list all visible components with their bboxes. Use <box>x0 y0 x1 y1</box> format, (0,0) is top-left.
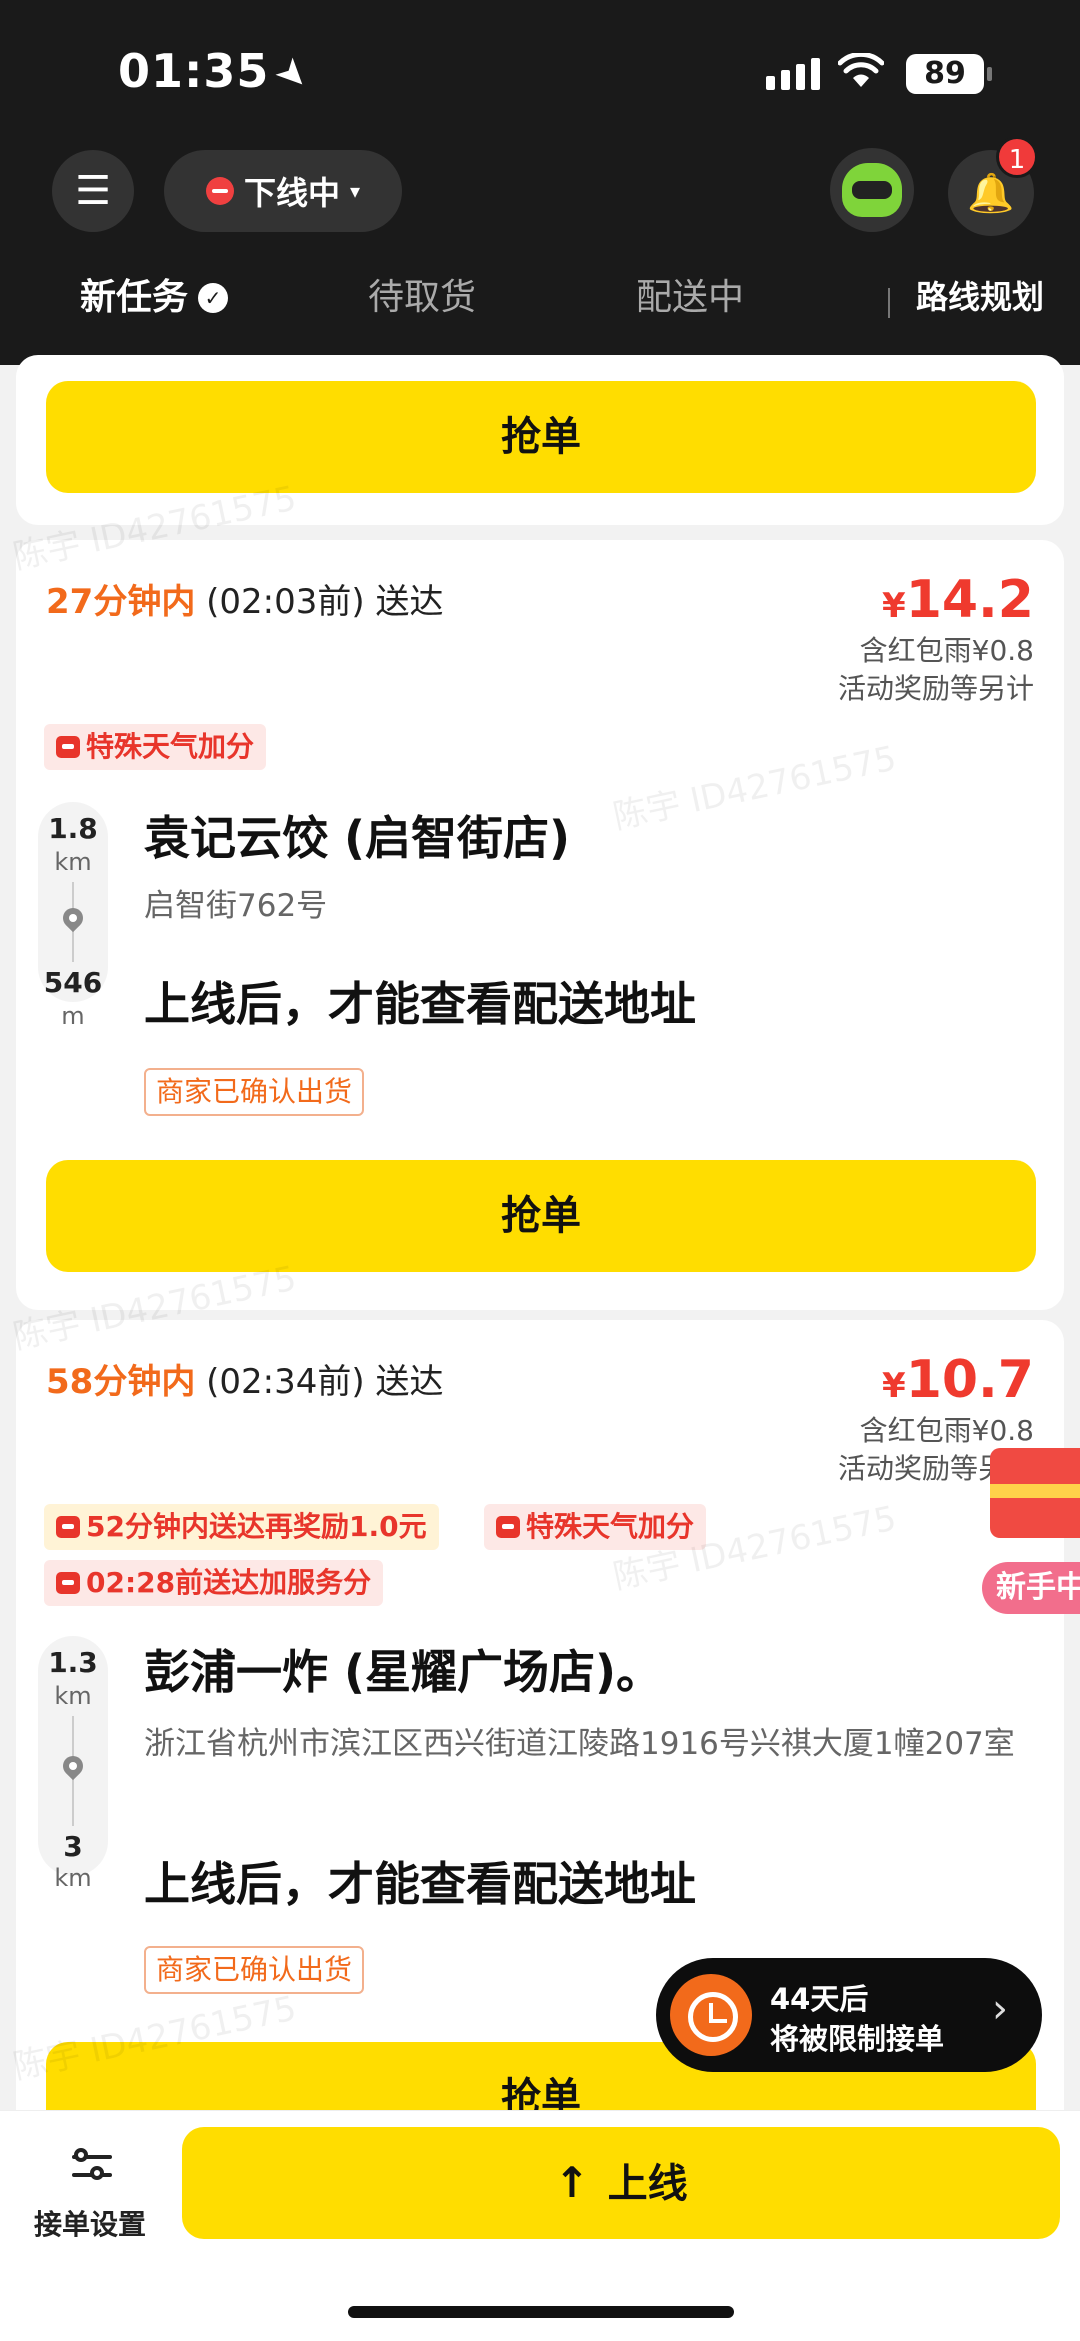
bonus-note: 活动奖励等另计 <box>837 672 1034 705</box>
eta-minutes: 58分钟内 <box>46 1362 196 1402</box>
speed-bonus-tag: 52分钟内送达再奖励1.0元 <box>44 1504 439 1550</box>
menu-button[interactable]: ☰ <box>52 150 134 232</box>
bonus-tag: 特殊天气加分 <box>44 724 267 770</box>
bonus-tag-label: 特殊天气加分 <box>86 730 255 763</box>
eta-deadline: (02:03前) 送达 <box>206 582 444 622</box>
avatar[interactable] <box>830 148 914 232</box>
grab-order-button[interactable]: 抢单 <box>46 381 1036 493</box>
order-price: ¥10.7 <box>882 1350 1034 1410</box>
restriction-days: 44天后 <box>770 1982 869 2016</box>
tag-icon <box>56 1572 80 1594</box>
order-price: ¥14.2 <box>882 570 1034 630</box>
arrow-up-icon: ↑ <box>554 2158 590 2207</box>
hamburger-icon: ☰ <box>75 168 111 214</box>
gift-icon[interactable] <box>990 1448 1080 1538</box>
price-value: 10.7 <box>905 1350 1034 1410</box>
shop-name: 袁记云饺 (启智街店) <box>144 811 571 865</box>
wifi-icon <box>837 50 885 99</box>
bell-icon: 🔔 <box>967 171 1015 215</box>
dropoff-distance-unit: km <box>54 1864 92 1892</box>
pickup-distance: 1.8 <box>48 812 98 845</box>
clock: 01:35➤ <box>118 44 321 101</box>
cellular-signal-icon <box>766 58 820 90</box>
pickup-distance: 1.3 <box>48 1646 98 1679</box>
grab-order-button[interactable]: 抢单 <box>46 1160 1036 1272</box>
check-circle-icon: ✓ <box>198 283 229 313</box>
tag-icon <box>56 1516 80 1538</box>
newbie-promo-label[interactable]: 新手中 <box>982 1562 1080 1614</box>
delivery-address-locked: 上线后，才能查看配送地址 <box>144 1857 696 1911</box>
tab-route-planning[interactable]: 路线规划 <box>916 272 1044 318</box>
go-online-label: 上线 <box>607 2161 688 2207</box>
order-tabs: 新任务 ✓ 待取货 配送中 路线规划 <box>0 268 1080 362</box>
price-note: 含红包雨¥0.8 活动奖励等另计 <box>838 632 1034 708</box>
location-arrow-icon: ➤ <box>266 46 322 102</box>
notification-badge: 1 <box>996 136 1038 178</box>
shop-address: 启智街762号 <box>144 888 328 924</box>
app-header: 01:35➤ 89 ☰ 下线中 ▾ 🔔 1 新任务 ✓ 待取货 配送中 路线规划 <box>0 0 1080 365</box>
red-packet-note: 含红包雨¥0.8 <box>859 1414 1034 1447</box>
tab-new-tasks[interactable]: 新任务 ✓ <box>80 268 229 320</box>
eta-deadline: (02:34前) 送达 <box>206 1362 444 1402</box>
merchant-confirmed-badge: 商家已确认出货 <box>144 1946 365 1994</box>
go-online-button[interactable]: ↑ 上线 <box>182 2127 1060 2239</box>
offline-icon <box>205 177 234 205</box>
service-score-tag: 02:28前送达加服务分 <box>44 1560 384 1606</box>
tag-icon <box>496 1516 520 1538</box>
merchant-confirmed-badge: 商家已确认出货 <box>144 1068 365 1116</box>
red-packet-note: 含红包雨¥0.8 <box>859 634 1034 667</box>
restriction-notice[interactable]: 44天后 将被限制接单 › <box>656 1958 1042 2072</box>
delivery-eta: 27分钟内 (02:03前) 送达 <box>46 574 443 623</box>
clock-icon <box>670 1974 752 2056</box>
tag-icon <box>56 736 80 758</box>
price-currency: ¥ <box>882 586 906 626</box>
status-bar: 01:35➤ 89 <box>0 0 1080 140</box>
chevron-down-icon: ▾ <box>349 179 361 203</box>
distance-rail: 1.8 km 546 m <box>38 802 108 1030</box>
chevron-right-icon: › <box>992 1986 1008 2032</box>
distance-rail: 1.3 km 3 km <box>38 1636 108 1892</box>
tab-delivering[interactable]: 配送中 <box>636 268 744 320</box>
speed-bonus-label: 52分钟内送达再奖励1.0元 <box>86 1510 427 1543</box>
order-settings-label: 接单设置 <box>34 2208 147 2241</box>
dropoff-distance: 3 <box>63 1830 83 1863</box>
shop-name: 彭浦一炸 (星耀广场店)。 <box>144 1645 663 1699</box>
price-value: 14.2 <box>905 570 1034 630</box>
online-status-dropdown[interactable]: 下线中 ▾ <box>164 150 402 232</box>
sliders-icon <box>72 2147 112 2187</box>
order-card: 27分钟内 (02:03前) 送达 ¥14.2 含红包雨¥0.8 活动奖励等另计… <box>16 540 1064 1310</box>
pickup-distance-unit: km <box>54 1682 92 1710</box>
dropoff-distance-unit: m <box>61 1002 85 1030</box>
battery-indicator: 89 <box>906 54 992 94</box>
location-pin-icon <box>58 1751 88 1781</box>
delivery-eta: 58分钟内 (02:34前) 送达 <box>46 1354 443 1403</box>
home-indicator[interactable] <box>348 2306 734 2318</box>
clock-time: 01:35 <box>118 44 270 98</box>
dropoff-distance: 546 <box>43 966 103 999</box>
eta-minutes: 27分钟内 <box>46 582 196 622</box>
price-currency: ¥ <box>882 1366 906 1406</box>
online-status-label: 下线中 <box>243 174 340 212</box>
service-score-label: 02:28前送达加服务分 <box>86 1566 372 1599</box>
delivery-address-locked: 上线后，才能查看配送地址 <box>144 977 696 1031</box>
tab-divider <box>888 288 890 318</box>
pickup-distance-unit: km <box>54 848 92 876</box>
location-pin-icon <box>58 903 88 933</box>
tab-new-tasks-label: 新任务 <box>80 277 189 318</box>
tab-pending-pickup[interactable]: 待取货 <box>368 268 476 320</box>
helmet-icon <box>842 163 902 217</box>
restriction-text: 将被限制接单 <box>770 2022 945 2056</box>
shop-address: 浙江省杭州市滨江区西兴街道江陵路1916号兴祺大厦1幢207室 <box>144 1726 1015 1762</box>
